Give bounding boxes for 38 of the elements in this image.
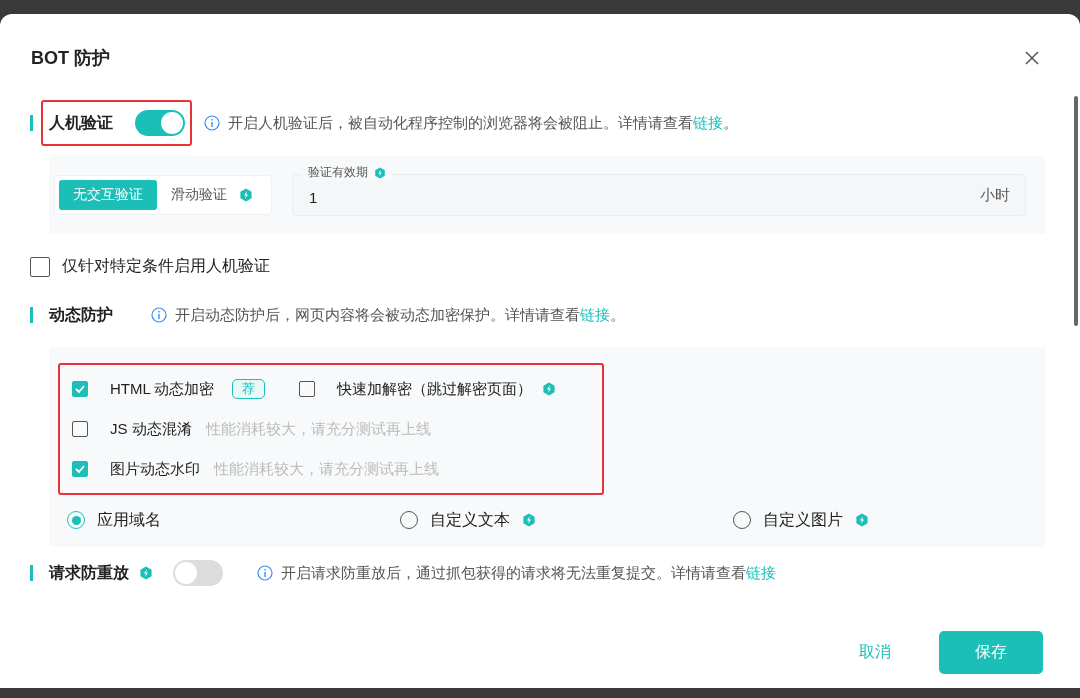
checkbox-label: 仅针对特定条件启用人机验证 [62, 256, 270, 276]
checkbox-label: JS 动态混淆 [110, 419, 192, 439]
info-text: 开启请求防重放后，通过抓包获得的请求将无法重复提交。详情请查看链接 [281, 563, 776, 583]
radio-label: 自定义图片 [763, 509, 843, 530]
checkbox-label: 快速加解密（跳过解密页面） [337, 379, 533, 399]
info-text: 开启人机验证后，被自动化程序控制的浏览器将会被阻止。详情请查看链接。 [228, 113, 738, 133]
section-label: 请求防重放 [49, 562, 129, 583]
hint-text: 性能消耗较大，请充分测试再上线 [205, 419, 431, 439]
scrollbar[interactable] [1074, 96, 1078, 326]
radio-label: 自定义文本 [430, 509, 510, 530]
details-link[interactable]: 链接 [746, 563, 776, 581]
save-button[interactable]: 保存 [939, 631, 1043, 674]
hint-text: 性能消耗较大，请充分测试再上线 [214, 459, 439, 479]
checkbox[interactable] [299, 381, 316, 397]
info-icon [204, 115, 220, 131]
toggle-switch[interactable] [135, 110, 185, 136]
dialog-title: BOT 防护 [31, 47, 110, 70]
info-icon [257, 565, 273, 581]
close-icon[interactable] [1024, 50, 1040, 66]
recommend-badge: 荐 [232, 379, 266, 399]
checkbox-label: HTML 动态加密 [110, 379, 215, 399]
checkbox[interactable] [72, 381, 88, 397]
details-link[interactable]: 链接 [693, 113, 723, 131]
toggle-switch[interactable] [173, 560, 223, 586]
checkbox[interactable] [72, 421, 88, 437]
mode-tab[interactable]: 无交互验证 [59, 180, 157, 210]
info-text: 开启动态防护后，网页内容将会被动态加密保护。详情请查看链接。 [175, 305, 625, 325]
info-icon [151, 307, 167, 323]
mode-tab[interactable]: 滑动验证 [157, 180, 267, 210]
checkbox[interactable] [72, 461, 88, 477]
section-label: 人机验证 [49, 112, 113, 133]
cancel-button[interactable]: 取消 [845, 634, 905, 671]
section-label: 动态防护 [49, 304, 113, 325]
unit-label: 小时 [980, 186, 1010, 205]
checkbox[interactable] [30, 256, 50, 277]
checkbox-label: 图片动态水印 [110, 459, 200, 479]
radio-label: 应用域名 [97, 509, 161, 530]
details-link[interactable]: 链接 [580, 305, 610, 323]
